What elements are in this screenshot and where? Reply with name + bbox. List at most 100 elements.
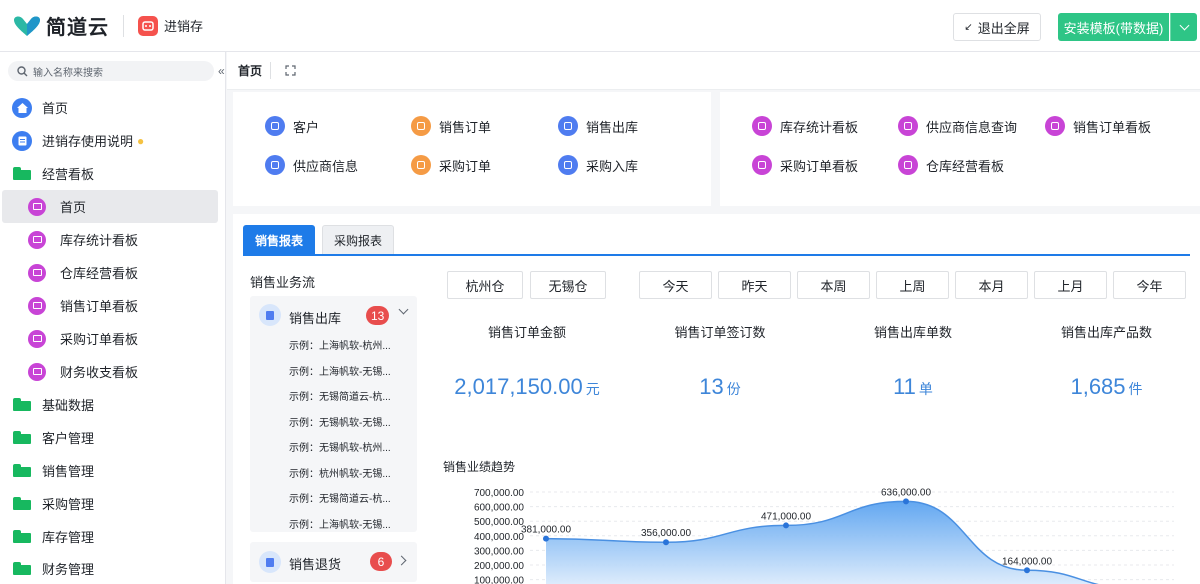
brand-logo[interactable]: 简道云 [12,11,109,40]
sidebar-item-inventory-board[interactable]: 库存统计看板 [0,223,226,256]
filter-this-year[interactable]: 今年 [1113,271,1186,299]
install-dropdown-button[interactable] [1170,13,1197,41]
building-icon [898,116,918,136]
folder-icon [13,398,31,411]
filter-yesterday[interactable]: 昨天 [718,271,791,299]
shortcut-label: 供应商信息 [293,158,359,174]
shortcut-inventory-board[interactable]: 库存统计看板 [752,116,858,136]
sidebar-item-label: 库存统计看板 [60,233,139,248]
sidebar-item-home-dashboard[interactable]: 首页 [2,190,218,223]
sidebar-item-finance-board[interactable]: 财务收支看板 [0,355,226,388]
tab-purchase-report[interactable]: 采购报表 [322,225,394,255]
brand-logo-icon [12,15,42,37]
filter-warehouse-wuxi[interactable]: 无锡仓 [530,271,606,299]
flow-group-label[interactable]: 销售出库 [289,308,341,327]
shortcut-label: 采购订单看板 [780,158,859,174]
collapse-sidebar-icon[interactable]: « [218,64,225,78]
sidebar-item-customer-mgmt[interactable]: 客户管理 [0,421,226,454]
app-icon [138,15,158,36]
shortcut-label: 客户 [293,119,320,135]
data-label: 636,000.00 [881,487,931,498]
data-label: 381,000.00 [521,525,571,536]
shortcut-purchase-order[interactable]: 采购订单 [411,155,491,175]
stat-unit: 份 [726,381,741,397]
shortcut-label: 销售出库 [586,119,639,135]
data-label: 471,000.00 [761,511,811,522]
folder-icon [13,497,31,510]
filter-this-week[interactable]: 本周 [797,271,870,299]
order-icon [411,116,431,136]
tab-sales-report[interactable]: 销售报表 [243,225,315,255]
count-badge: 13 [366,306,390,325]
dashboard-icon [28,362,46,381]
sidebar-item-inventory-mgmt[interactable]: 库存管理 [0,520,226,553]
user-icon [265,116,285,136]
y-tick-label: 600,000.00 [474,503,524,514]
install-template-button[interactable]: 安装模板(带数据) [1058,13,1169,41]
filter-today[interactable]: 今天 [639,271,712,299]
dashboard-icon [28,230,46,249]
data-label: 356,000.00 [641,528,691,539]
flow-record[interactable]: 示例：无锡简道云-杭... [289,490,391,505]
flow-record[interactable]: 示例：无锡帆软-杭州... [289,439,391,454]
flow-record[interactable]: 示例：无锡简道云-杭... [289,388,391,403]
flow-record[interactable]: 示例：杭州帆软-无锡... [289,465,391,480]
sidebar-item-guide[interactable]: 进销存使用说明 ● [0,124,226,157]
sidebar-item-label: 基础数据 [42,398,95,413]
shortcut-purchase-inbound[interactable]: 采购入库 [558,155,638,175]
y-tick-label: 200,000.00 [474,561,524,572]
exit-fullscreen-button[interactable]: ↙ 退出全屏 [953,13,1041,41]
shortcut-card-left: 客户 销售订单 销售出库 供应商信息 采购订单 采购入库 [233,92,711,206]
sidebar-item-basic-data[interactable]: 基础数据 [0,388,226,421]
data-point [1024,567,1030,574]
shortcut-sales-order-board[interactable]: 销售订单看板 [1045,116,1151,136]
filter-last-week[interactable]: 上周 [876,271,949,299]
sidebar-item-purchase-mgmt[interactable]: 采购管理 [0,487,226,520]
chevron-down-icon[interactable] [398,304,409,315]
stat-card-order-count: 销售订单签订数 13 份 [627,312,813,440]
sales-trend-card: 销售业绩趋势 700,000.00 600,000.00 500,000.00 400… [434,448,1200,584]
page-title[interactable]: 首页 [238,62,272,79]
flow-group-label: 销售退货 [289,557,342,572]
shortcut-purchase-order-board[interactable]: 采购订单看板 [752,155,858,175]
flow-group-return[interactable]: 销售退货 6 [250,542,417,582]
shortcut-customer[interactable]: 客户 [265,116,319,136]
sidebar-item-label: 首页 [60,200,87,215]
stat-unit: 单 [918,381,933,397]
sidebar-item-sales-order-board[interactable]: 销售订单看板 [0,289,226,322]
shortcut-sales-outbound[interactable]: 销售出库 [558,116,638,136]
shortcut-sales-order[interactable]: 销售订单 [411,116,491,136]
flow-record[interactable]: 示例：无锡帆软-无锡... [289,414,391,429]
lightbulb-icon: ● [137,133,145,148]
top-bar: 简道云 进销存 ↙ 退出全屏 安装模板(带数据) [0,0,1200,52]
fullscreen-icon[interactable] [285,65,296,76]
flow-record[interactable]: 示例：上海帆软-杭州... [289,337,391,352]
sidebar-item-label: 销售管理 [42,464,95,479]
shortcut-card-right: 库存统计看板 供应商信息查询 销售订单看板 采购订单看板 仓库经营看板 [720,92,1200,206]
sidebar-item-label: 采购订单看板 [60,332,139,347]
sidebar-item-warehouse-board[interactable]: 仓库经营看板 [0,256,226,289]
sidebar-item-finance-mgmt[interactable]: 财务管理 [0,552,226,584]
arrow-right-icon [558,155,578,175]
shortcut-supplier[interactable]: 供应商信息 [265,155,358,175]
filter-this-month[interactable]: 本月 [955,271,1028,299]
cart-icon [411,155,431,175]
filter-last-month[interactable]: 上月 [1034,271,1107,299]
flow-record[interactable]: 示例：上海帆软-无锡... [289,363,391,378]
shortcut-warehouse-board[interactable]: 仓库经营看板 [898,155,1004,175]
sidebar-item-purchase-order-board[interactable]: 采购订单看板 [0,322,226,355]
shortcut-supplier-query[interactable]: 供应商信息查询 [898,116,1017,136]
sidebar-item-sales-mgmt[interactable]: 销售管理 [0,454,226,487]
chevron-right-icon [396,555,407,566]
app-name[interactable]: 进销存 [164,16,203,35]
flow-record[interactable]: 示例：上海帆软-无锡... [289,516,391,531]
stat-card-outbound-count: 销售出库单数 11 单 [820,312,1006,440]
sidebar-item-home[interactable]: 首页 [0,91,226,124]
filter-warehouse-hangzhou[interactable]: 杭州仓 [447,271,523,299]
search-input[interactable]: 输入名称来搜索 [8,61,214,81]
data-label: 164,000.00 [1002,556,1052,567]
sidebar-item-label: 采购管理 [42,497,95,512]
stat-title: 销售出库单数 [873,325,952,340]
y-tick-label: 500,000.00 [474,517,524,528]
sidebar-item-business-board[interactable]: 经营看板 [0,157,226,190]
